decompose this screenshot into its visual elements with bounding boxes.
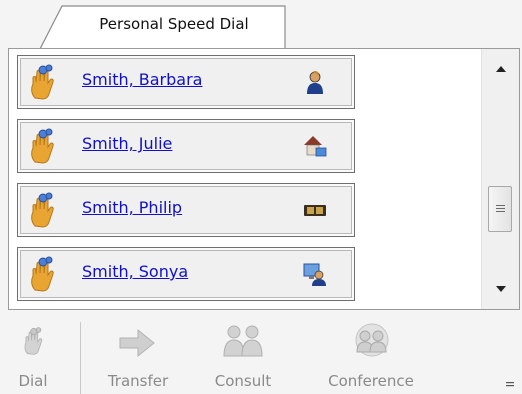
speed-dial-hand-icon (31, 128, 54, 164)
list-item-smith-sonya[interactable]: Smith, Sonya (17, 247, 355, 301)
dial-hand-icon (24, 327, 43, 355)
at-home-icon (304, 136, 327, 157)
speed-dial-hand-icon (31, 256, 54, 292)
at-computer-icon (303, 263, 326, 286)
dial-label: Dial (18, 372, 48, 390)
vertical-scrollbar[interactable] (481, 49, 519, 309)
consult-button[interactable]: Consult (194, 312, 292, 394)
list-item-smith-julie[interactable]: Smith, Julie (17, 119, 355, 173)
resize-grip-icon[interactable] (506, 382, 514, 388)
call-toolbar: Dial Transfer Consult Conference (8, 312, 520, 394)
conference-label: Conference (328, 372, 414, 390)
arrow-right-icon (119, 328, 155, 358)
tab-personal-speed-dial[interactable]: Personal Speed Dial (40, 5, 286, 49)
contact-link[interactable]: Smith, Barbara (82, 70, 202, 89)
speed-dial-hand-icon (31, 192, 54, 228)
consult-people-icon (223, 325, 263, 357)
grip-line (496, 205, 505, 206)
scroll-up-button[interactable] (482, 53, 520, 83)
grip-line (496, 208, 505, 209)
scroll-thumb[interactable] (488, 186, 512, 232)
conference-button[interactable]: Conference (304, 312, 438, 394)
present-person-icon (307, 71, 323, 94)
arrow-down-icon (496, 286, 506, 292)
speed-dial-hand-icon (31, 64, 54, 100)
speed-dial-list: Smith, Barbara Smith, Julie Smith, Phili… (17, 55, 355, 303)
transfer-label: Transfer (107, 372, 169, 390)
scroll-down-button[interactable] (482, 275, 520, 305)
tab-label: Personal Speed Dial (99, 15, 249, 33)
list-item-smith-barbara[interactable]: Smith, Barbara (17, 55, 355, 109)
do-not-disturb-icon (304, 205, 326, 216)
list-item-smith-philip[interactable]: Smith, Philip (17, 183, 355, 237)
conference-group-icon (355, 323, 389, 357)
grip-line (496, 211, 505, 212)
transfer-button[interactable]: Transfer (90, 312, 186, 394)
arrow-up-icon (496, 66, 506, 72)
toolbar-divider (80, 322, 81, 394)
speed-dial-panel: Smith, Barbara Smith, Julie Smith, Phili… (8, 48, 520, 310)
consult-label: Consult (214, 372, 272, 390)
contact-link[interactable]: Smith, Sonya (82, 262, 188, 281)
contact-link[interactable]: Smith, Philip (82, 198, 182, 217)
dial-button[interactable]: Dial (8, 312, 58, 394)
contact-link[interactable]: Smith, Julie (82, 134, 172, 153)
